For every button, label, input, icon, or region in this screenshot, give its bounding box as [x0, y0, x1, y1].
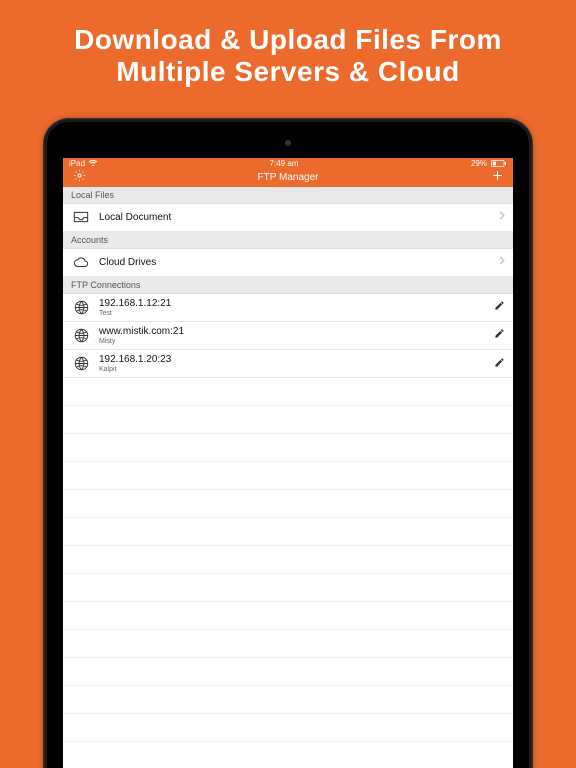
battery-percent: 29% [471, 159, 487, 168]
empty-row [63, 462, 513, 490]
pencil-icon [494, 331, 505, 342]
ftp-name: Misty [99, 338, 488, 346]
device-label: iPad [69, 159, 85, 168]
battery-icon [491, 160, 507, 167]
empty-row [63, 630, 513, 658]
cloud-icon [71, 257, 91, 268]
pencil-icon [494, 360, 505, 371]
empty-row [63, 686, 513, 714]
nav-title: FTP Manager [63, 172, 513, 183]
globe-icon [71, 328, 91, 343]
empty-row [63, 434, 513, 462]
row-title: Local Document [99, 212, 493, 223]
gear-icon [73, 169, 86, 187]
app-screen: iPad 7:49 am 29% [63, 158, 513, 768]
row-ftp-connection[interactable]: www.mistik.com:21 Misty [63, 322, 513, 350]
empty-row [63, 714, 513, 742]
nav-bar: FTP Manager [63, 169, 513, 187]
empty-row [63, 574, 513, 602]
empty-row [63, 490, 513, 518]
ftp-name: Kalpit [99, 366, 488, 374]
chevron-right-icon [499, 211, 505, 223]
row-local-document[interactable]: Local Document [63, 204, 513, 232]
section-header-accounts: Accounts [63, 232, 513, 249]
camera-dot [285, 140, 291, 146]
headline-line-2: Multiple Servers & Cloud [20, 56, 556, 88]
row-ftp-connection[interactable]: 192.168.1.12:21 Test [63, 294, 513, 322]
device-bezel: iPad 7:49 am 29% [47, 122, 529, 768]
empty-row [63, 546, 513, 574]
clock: 7:49 am [270, 159, 299, 168]
edit-button[interactable] [494, 300, 505, 314]
pencil-icon [494, 303, 505, 314]
wifi-icon [89, 160, 97, 167]
ftp-name: Test [99, 310, 488, 318]
row-cloud-drives[interactable]: Cloud Drives [63, 249, 513, 277]
section-header-ftp: FTP Connections [63, 277, 513, 294]
chevron-right-icon [499, 256, 505, 268]
device-frame: iPad 7:49 am 29% [43, 118, 533, 768]
edit-button[interactable] [494, 357, 505, 371]
ftp-address: 192.168.1.12:21 [99, 298, 488, 309]
globe-icon [71, 356, 91, 371]
inbox-icon [71, 211, 91, 223]
empty-list-area [63, 378, 513, 768]
plus-icon [491, 169, 504, 187]
row-title: Cloud Drives [99, 257, 493, 268]
empty-row [63, 378, 513, 406]
ftp-address: www.mistik.com:21 [99, 326, 488, 337]
headline-line-1: Download & Upload Files From [20, 24, 556, 56]
ftp-address: 192.168.1.20:23 [99, 354, 488, 365]
empty-row [63, 658, 513, 686]
empty-row [63, 602, 513, 630]
add-button[interactable] [489, 170, 505, 186]
empty-row [63, 742, 513, 768]
globe-icon [71, 300, 91, 315]
section-header-local: Local Files [63, 187, 513, 204]
status-bar: iPad 7:49 am 29% [63, 158, 513, 169]
edit-button[interactable] [494, 328, 505, 342]
promo-headline: Download & Upload Files From Multiple Se… [0, 0, 576, 88]
empty-row [63, 518, 513, 546]
row-ftp-connection[interactable]: 192.168.1.20:23 Kalpit [63, 350, 513, 378]
settings-button[interactable] [71, 170, 87, 186]
empty-row [63, 406, 513, 434]
